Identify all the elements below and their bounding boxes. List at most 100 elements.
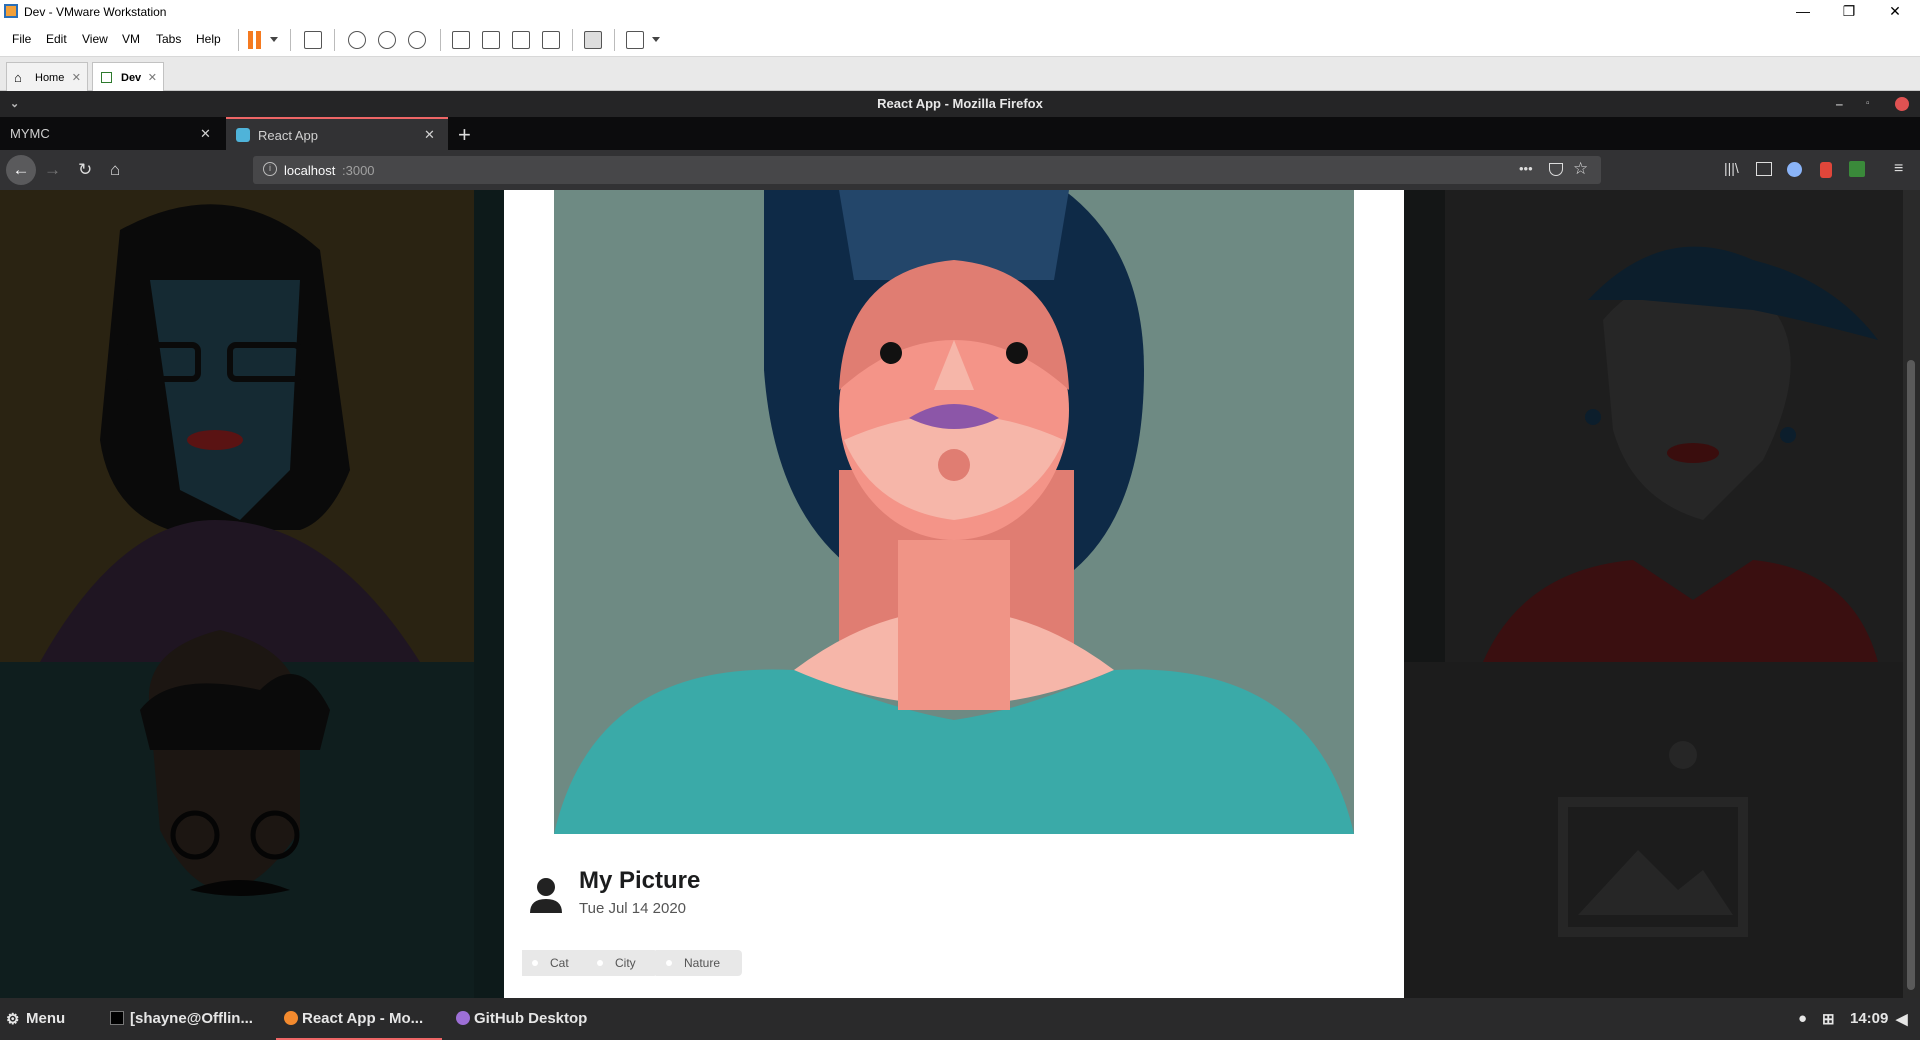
vm-tab-label: Dev	[121, 72, 142, 84]
pause-icon[interactable]	[248, 31, 253, 49]
menu-vm[interactable]: VM	[122, 32, 140, 46]
minimize-icon[interactable]: ‒	[1836, 91, 1843, 117]
menu-file[interactable]: File	[12, 32, 31, 46]
taskbar-item-terminal[interactable]: [shayne@Offlin...	[130, 1010, 253, 1027]
tab-mymc[interactable]: MYMC ✕	[0, 117, 226, 150]
back-icon[interactable]: ←	[6, 155, 36, 185]
thumbnail-bar-icon[interactable]	[482, 31, 500, 49]
unity-icon[interactable]	[542, 31, 560, 49]
maximize-icon[interactable]: ▫	[1866, 91, 1870, 117]
tag-cat[interactable]: Cat	[522, 950, 591, 976]
background-mosaic-left	[0, 190, 504, 998]
tag-nature[interactable]: Nature	[656, 950, 743, 976]
close-icon[interactable]: ✕	[200, 126, 211, 142]
stretch-icon[interactable]	[626, 31, 644, 49]
vmware-titlebar: Dev - VMware Workstation — ❐ ✕	[0, 0, 1920, 23]
page-actions-icon[interactable]: •••	[1519, 161, 1533, 176]
bookmark-star-icon[interactable]: ☆	[1573, 159, 1588, 179]
menu-view[interactable]: View	[82, 32, 108, 46]
menu-edit[interactable]: Edit	[46, 32, 67, 46]
toolbar-divider	[572, 29, 573, 51]
restore-button[interactable]: ❐	[1826, 0, 1872, 23]
library-icon[interactable]: |||\	[1724, 160, 1739, 176]
reload-icon[interactable]: ↻	[78, 160, 92, 180]
vmware-tabbar: ⌂ Home ✕ Dev ✕	[0, 57, 1920, 91]
card-title: My Picture	[579, 867, 701, 894]
chevron-down-icon[interactable]: ⌄	[10, 91, 19, 117]
terminal-icon	[110, 1011, 124, 1025]
manage-snapshots-icon[interactable]	[408, 31, 426, 49]
extension-icon[interactable]	[1787, 162, 1802, 177]
sidebar-icon[interactable]	[1756, 162, 1772, 176]
tab-react-app[interactable]: React App ✕	[226, 117, 448, 150]
gear-icon[interactable]: ⚙	[6, 1010, 19, 1028]
card-image[interactable]	[554, 190, 1354, 834]
page-viewport: My Picture Tue Jul 14 2020 Cat City Natu…	[0, 190, 1920, 998]
tag-hole-icon	[666, 960, 672, 966]
tag-hole-icon	[597, 960, 603, 966]
menu-help[interactable]: Help	[196, 32, 221, 46]
volume-icon[interactable]: ◀	[1896, 1010, 1908, 1028]
library-icon[interactable]	[452, 31, 470, 49]
forward-icon[interactable]: →	[44, 160, 61, 180]
tag-label: Nature	[684, 956, 721, 970]
dropdown-icon[interactable]	[270, 37, 278, 42]
toolbar-divider	[334, 29, 335, 51]
menu-icon[interactable]: ≡	[1894, 160, 1903, 178]
close-icon[interactable]: ✕	[148, 71, 157, 84]
taskbar-item-firefox[interactable]: React App - Mo...	[276, 998, 442, 1040]
tag-label: Cat	[550, 956, 569, 970]
scrollbar[interactable]	[1903, 190, 1920, 998]
new-tab-button[interactable]: +	[458, 122, 471, 148]
clock[interactable]: 14:09	[1850, 1010, 1888, 1027]
vm-tab-label: Home	[35, 72, 65, 84]
menu-tabs[interactable]: Tabs	[156, 32, 181, 46]
tab-label: MYMC	[10, 126, 50, 141]
start-menu-button[interactable]: Menu	[26, 1010, 65, 1027]
url-port: :3000	[342, 163, 375, 178]
network-icon[interactable]: ⊞	[1822, 1010, 1835, 1028]
extension-icon[interactable]	[1849, 161, 1865, 177]
close-icon[interactable]: ✕	[72, 71, 81, 84]
send-keys-icon[interactable]	[304, 31, 322, 49]
react-icon	[236, 128, 250, 142]
extension-icon[interactable]	[1820, 162, 1832, 178]
firefox-window-title: React App - Mozilla Firefox	[877, 96, 1043, 111]
pause-icon-bar	[256, 31, 261, 49]
background-illustration-left	[0, 190, 504, 998]
tag-city[interactable]: City	[587, 950, 658, 976]
minimize-button[interactable]: —	[1780, 0, 1826, 23]
url-host: localhost	[284, 163, 336, 178]
close-button[interactable]: ✕	[1872, 0, 1918, 23]
toolbar-divider	[290, 29, 291, 51]
toolbar-divider	[238, 29, 239, 51]
dropdown-icon[interactable]	[652, 37, 660, 42]
firefox-titlebar: ⌄ React App - Mozilla Firefox ‒ ▫	[0, 91, 1920, 117]
taskbar-item-github-desktop[interactable]: GitHub Desktop	[474, 1010, 587, 1027]
pocket-icon[interactable]	[1549, 163, 1563, 176]
picture-card[interactable]: My Picture Tue Jul 14 2020 Cat City Natu…	[504, 190, 1404, 998]
close-icon[interactable]: ✕	[424, 127, 435, 143]
taskbar-label: React App - Mo...	[302, 1010, 424, 1027]
firefox-tabstrip: MYMC ✕ React App ✕ +	[0, 117, 1920, 150]
vm-tab-dev[interactable]: Dev ✕	[92, 62, 164, 91]
fullscreen-icon[interactable]	[512, 31, 530, 49]
taskbar: ⚙ Menu [shayne@Offlin... React App - Mo.…	[0, 998, 1920, 1040]
vmware-logo-icon	[4, 4, 18, 18]
vm-tab-home[interactable]: ⌂ Home ✕	[6, 62, 88, 91]
revert-icon[interactable]	[378, 31, 396, 49]
firefox-icon	[284, 1011, 298, 1025]
close-icon[interactable]	[1895, 97, 1909, 111]
snapshot-icon[interactable]	[348, 31, 366, 49]
home-icon[interactable]: ⌂	[110, 160, 120, 180]
github-icon	[456, 1011, 470, 1025]
card-date: Tue Jul 14 2020	[579, 900, 687, 917]
user-icon[interactable]: ●	[1798, 1010, 1807, 1027]
url-bar[interactable]: i localhost :3000 ••• ☆	[253, 156, 1601, 184]
portrait-illustration	[554, 190, 1354, 834]
toolbar-divider	[440, 29, 441, 51]
scrollbar-thumb[interactable]	[1907, 360, 1915, 990]
toolbar-divider	[614, 29, 615, 51]
info-icon[interactable]: i	[263, 162, 277, 176]
console-icon[interactable]	[584, 31, 602, 49]
